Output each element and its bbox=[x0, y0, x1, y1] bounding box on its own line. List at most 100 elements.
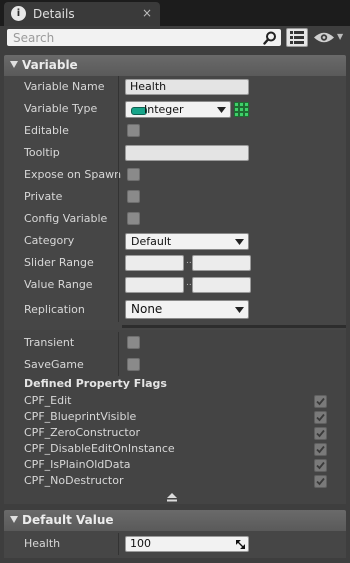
category-row: Category Default bbox=[4, 230, 346, 252]
column-divider[interactable] bbox=[118, 354, 119, 376]
tooltip-field[interactable] bbox=[125, 145, 249, 161]
variable-name-field[interactable]: Health bbox=[125, 79, 249, 95]
advanced-collapse-bar[interactable] bbox=[4, 491, 346, 504]
collapse-arrow-icon bbox=[167, 493, 177, 502]
flag-checkbox[interactable] bbox=[314, 411, 327, 424]
flag-row: CPF_BlueprintVisible bbox=[4, 409, 346, 425]
flag-checkbox[interactable] bbox=[314, 475, 327, 488]
flag-label: CPF_Edit bbox=[24, 394, 72, 407]
variable-type-row: Variable Type Integer bbox=[4, 98, 346, 120]
slider-range-min-field[interactable] bbox=[125, 255, 184, 271]
category-dropdown[interactable]: Default bbox=[125, 233, 249, 250]
chevron-down-icon bbox=[235, 239, 244, 245]
column-divider[interactable] bbox=[118, 164, 119, 186]
row-label: Expose on Spawn bbox=[24, 168, 122, 181]
variable-type-dropdown[interactable]: Integer bbox=[125, 101, 231, 118]
column-divider[interactable] bbox=[118, 76, 119, 98]
flag-row: CPF_DisableEditOnInstance bbox=[4, 441, 346, 457]
row-label: Config Variable bbox=[24, 212, 108, 225]
value-range-min-field[interactable] bbox=[125, 277, 184, 293]
search-icon[interactable] bbox=[263, 31, 277, 45]
column-divider[interactable] bbox=[118, 296, 119, 322]
flag-label: CPF_ZeroConstructor bbox=[24, 426, 140, 439]
flag-row: CPF_NoDestructor bbox=[4, 473, 346, 489]
column-divider[interactable] bbox=[118, 252, 119, 274]
eye-dropdown-icon[interactable]: ▼ bbox=[337, 32, 343, 41]
checkmark-icon bbox=[316, 397, 325, 406]
expose-on-spawn-checkbox[interactable] bbox=[127, 168, 140, 181]
column-divider[interactable] bbox=[118, 142, 119, 164]
private-checkbox[interactable] bbox=[127, 190, 140, 203]
variable-name-row: Variable Name Health bbox=[4, 76, 346, 98]
row-label: Value Range bbox=[24, 278, 93, 291]
transient-row: Transient bbox=[4, 332, 346, 354]
column-divider[interactable] bbox=[118, 208, 119, 230]
row-label: Tooltip bbox=[24, 146, 60, 159]
flag-row: CPF_IsPlainOldData bbox=[4, 457, 346, 473]
category-value: Default bbox=[131, 235, 172, 248]
flag-row: CPF_ZeroConstructor bbox=[4, 425, 346, 441]
grid-container-icon[interactable] bbox=[234, 102, 249, 117]
savegame-checkbox[interactable] bbox=[127, 358, 140, 371]
flag-label: CPF_BlueprintVisible bbox=[24, 410, 137, 423]
row-label: Slider Range bbox=[24, 256, 94, 269]
close-icon[interactable]: × bbox=[142, 6, 152, 20]
config-variable-checkbox[interactable] bbox=[127, 212, 140, 225]
tooltip-row: Tooltip bbox=[4, 142, 346, 164]
flag-row: CPF_Edit bbox=[4, 393, 346, 409]
row-label: Private bbox=[24, 190, 63, 203]
advanced-separator bbox=[122, 325, 346, 328]
defined-property-flags-title: Defined Property Flags bbox=[24, 377, 167, 390]
column-divider[interactable] bbox=[118, 533, 119, 555]
details-tab[interactable]: i Details × bbox=[4, 2, 160, 26]
flag-label: CPF_IsPlainOldData bbox=[24, 458, 131, 471]
row-label: Editable bbox=[24, 124, 69, 137]
column-divider[interactable] bbox=[118, 274, 119, 296]
variable-rows: Variable Name Health Variable Type Integ… bbox=[4, 76, 346, 348]
resize-handle-icon[interactable] bbox=[236, 540, 245, 549]
section-title: Variable bbox=[22, 58, 78, 72]
range-separator: .. bbox=[186, 278, 192, 288]
flag-checkbox[interactable] bbox=[314, 443, 327, 456]
transient-checkbox[interactable] bbox=[127, 336, 140, 349]
checkmark-icon bbox=[316, 445, 325, 454]
flag-label: CPF_DisableEditOnInstance bbox=[24, 442, 175, 455]
checkmark-icon bbox=[316, 461, 325, 470]
editable-checkbox[interactable] bbox=[127, 124, 140, 137]
column-divider[interactable] bbox=[118, 230, 119, 252]
variable-type-value: Integer bbox=[144, 103, 184, 116]
range-separator: .. bbox=[186, 256, 192, 266]
search-toolbar: ▼ bbox=[0, 26, 350, 50]
row-label: Transient bbox=[24, 336, 75, 349]
row-label: Category bbox=[24, 234, 75, 247]
eye-icon[interactable] bbox=[313, 31, 335, 44]
checkmark-icon bbox=[316, 429, 325, 438]
info-icon: i bbox=[11, 6, 26, 21]
replication-dropdown[interactable]: None bbox=[125, 300, 249, 319]
health-default-spinbox[interactable]: 100 bbox=[125, 536, 249, 552]
column-divider[interactable] bbox=[118, 120, 119, 142]
grid-view-icon bbox=[290, 31, 304, 44]
column-divider[interactable] bbox=[118, 332, 119, 354]
search-input[interactable] bbox=[7, 29, 281, 46]
variable-section-header[interactable]: Variable bbox=[4, 55, 346, 76]
flag-checkbox[interactable] bbox=[314, 427, 327, 440]
config-variable-row: Config Variable bbox=[4, 208, 346, 230]
value-range-max-field[interactable] bbox=[192, 277, 251, 293]
grid-view-button[interactable] bbox=[286, 28, 308, 47]
flag-checkbox[interactable] bbox=[314, 395, 327, 408]
replication-row: Replication None bbox=[4, 296, 346, 322]
column-divider[interactable] bbox=[118, 98, 119, 120]
slider-range-max-field[interactable] bbox=[192, 255, 251, 271]
collapse-triangle-icon bbox=[10, 516, 18, 523]
health-default-row: Health 100 bbox=[4, 533, 346, 555]
slider-range-row: Slider Range .. bbox=[4, 252, 346, 274]
savegame-row: SaveGame bbox=[4, 354, 346, 376]
tab-bar: i Details × bbox=[0, 0, 350, 26]
checkmark-icon bbox=[316, 413, 325, 422]
default-value-section-header[interactable]: Default Value bbox=[4, 510, 346, 531]
default-value-rows: Health 100 bbox=[4, 531, 346, 558]
column-divider[interactable] bbox=[118, 186, 119, 208]
flag-checkbox[interactable] bbox=[314, 459, 327, 472]
tab-title: Details bbox=[33, 7, 75, 21]
